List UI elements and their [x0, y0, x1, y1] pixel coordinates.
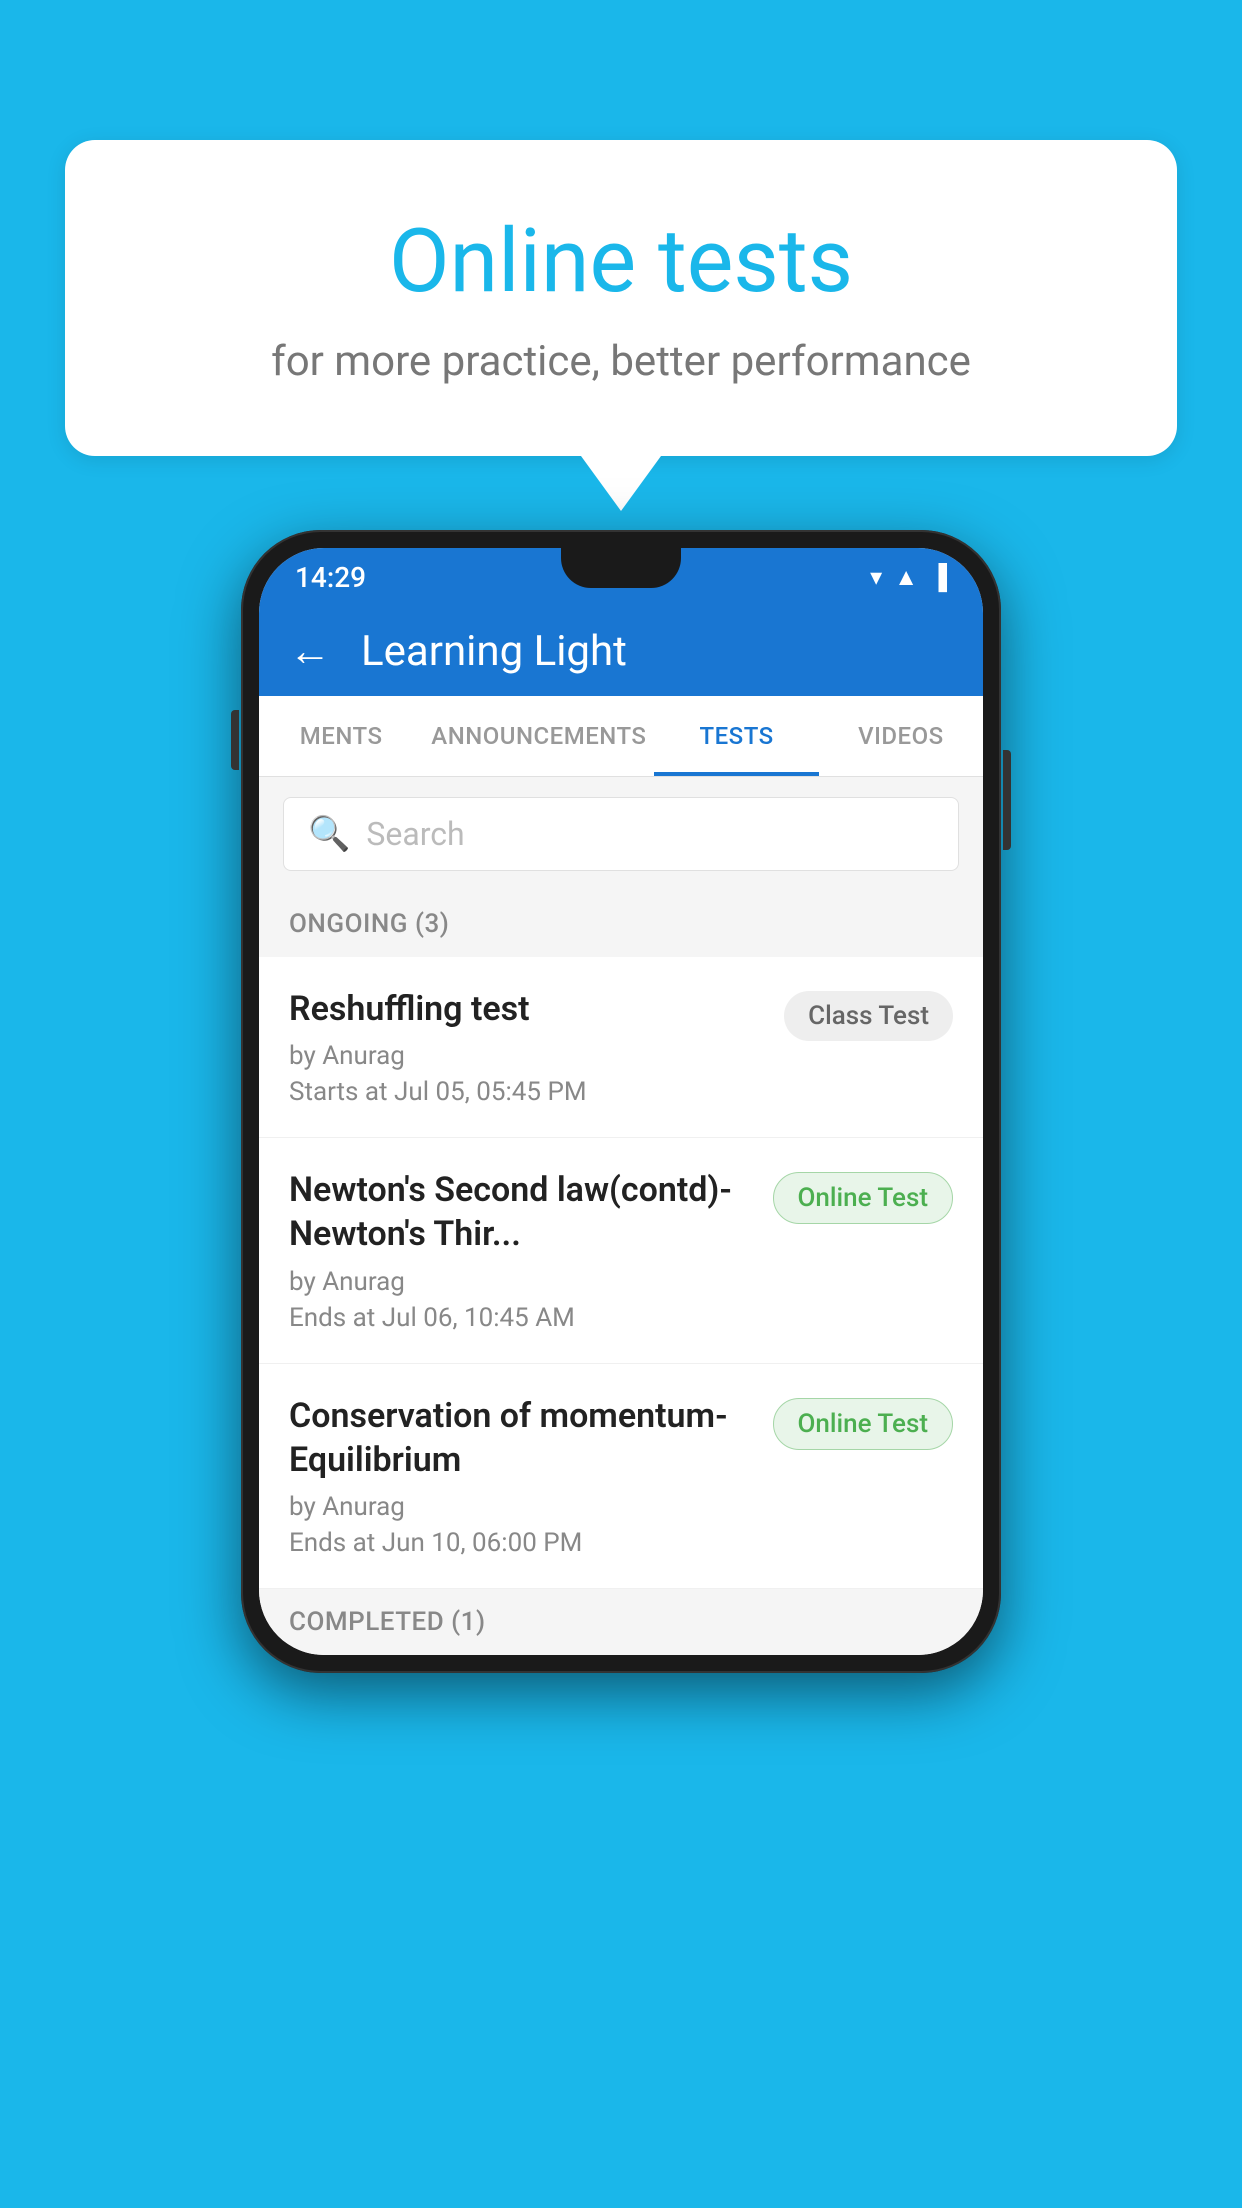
completed-section-header: COMPLETED (1)	[259, 1589, 983, 1655]
test-name-1: Reshuffling test	[289, 987, 764, 1031]
test-item-2[interactable]: Newton's Second law(contd)-Newton's Thir…	[259, 1138, 983, 1363]
test-time-1: Starts at Jul 05, 05:45 PM	[289, 1077, 764, 1107]
test-time-3: Ends at Jun 10, 06:00 PM	[289, 1528, 753, 1558]
app-bar: ← Learning Light	[259, 606, 983, 696]
test-badge-2: Online Test	[773, 1172, 954, 1224]
test-info-1: Reshuffling test by Anurag Starts at Jul…	[289, 987, 764, 1107]
search-icon: 🔍	[308, 814, 350, 854]
test-author-1: by Anurag	[289, 1041, 764, 1071]
battery-icon: ▐	[930, 563, 947, 592]
status-time: 14:29	[295, 561, 366, 594]
speech-bubble: Online tests for more practice, better p…	[65, 140, 1177, 456]
test-time-2: Ends at Jul 06, 10:45 AM	[289, 1303, 753, 1333]
phone-volume-button	[231, 710, 239, 770]
test-name-2: Newton's Second law(contd)-Newton's Thir…	[289, 1168, 753, 1256]
phone-screen: 14:29 ▾ ▲ ▐ ← Learning Light MENTS	[259, 548, 983, 1655]
test-info-2: Newton's Second law(contd)-Newton's Thir…	[289, 1168, 753, 1332]
speech-bubble-wrapper: Online tests for more practice, better p…	[65, 140, 1177, 511]
tabs-container: MENTS ANNOUNCEMENTS TESTS VIDEOS	[259, 696, 983, 777]
search-input[interactable]: Search	[366, 815, 464, 853]
speech-bubble-subtitle: for more practice, better performance	[145, 337, 1097, 386]
test-list: Reshuffling test by Anurag Starts at Jul…	[259, 957, 983, 1589]
speech-bubble-title: Online tests	[145, 210, 1097, 313]
tab-videos[interactable]: VIDEOS	[819, 696, 983, 776]
search-input-wrapper[interactable]: 🔍 Search	[283, 797, 959, 871]
search-container: 🔍 Search	[259, 777, 983, 891]
phone-wrapper: 14:29 ▾ ▲ ▐ ← Learning Light MENTS	[241, 530, 1001, 1673]
phone-notch	[561, 548, 681, 588]
speech-bubble-arrow	[581, 456, 661, 511]
wifi-icon: ▾	[870, 563, 882, 591]
status-bar: 14:29 ▾ ▲ ▐	[259, 548, 983, 606]
tab-ments[interactable]: MENTS	[259, 696, 423, 776]
test-item-3[interactable]: Conservation of momentum-Equilibrium by …	[259, 1364, 983, 1589]
test-author-2: by Anurag	[289, 1267, 753, 1297]
test-item-1[interactable]: Reshuffling test by Anurag Starts at Jul…	[259, 957, 983, 1138]
test-badge-1: Class Test	[784, 991, 953, 1041]
test-info-3: Conservation of momentum-Equilibrium by …	[289, 1394, 753, 1558]
app-title: Learning Light	[361, 627, 627, 676]
phone-power-button	[1003, 750, 1011, 850]
test-author-3: by Anurag	[289, 1492, 753, 1522]
tab-announcements[interactable]: ANNOUNCEMENTS	[423, 696, 654, 776]
back-button[interactable]: ←	[289, 627, 331, 676]
phone-outer: 14:29 ▾ ▲ ▐ ← Learning Light MENTS	[241, 530, 1001, 1673]
status-icons: ▾ ▲ ▐	[870, 563, 947, 592]
signal-icon: ▲	[894, 563, 918, 592]
test-name-3: Conservation of momentum-Equilibrium	[289, 1394, 753, 1482]
tab-tests[interactable]: TESTS	[654, 696, 818, 776]
ongoing-section-header: ONGOING (3)	[259, 891, 983, 957]
test-badge-3: Online Test	[773, 1398, 954, 1450]
